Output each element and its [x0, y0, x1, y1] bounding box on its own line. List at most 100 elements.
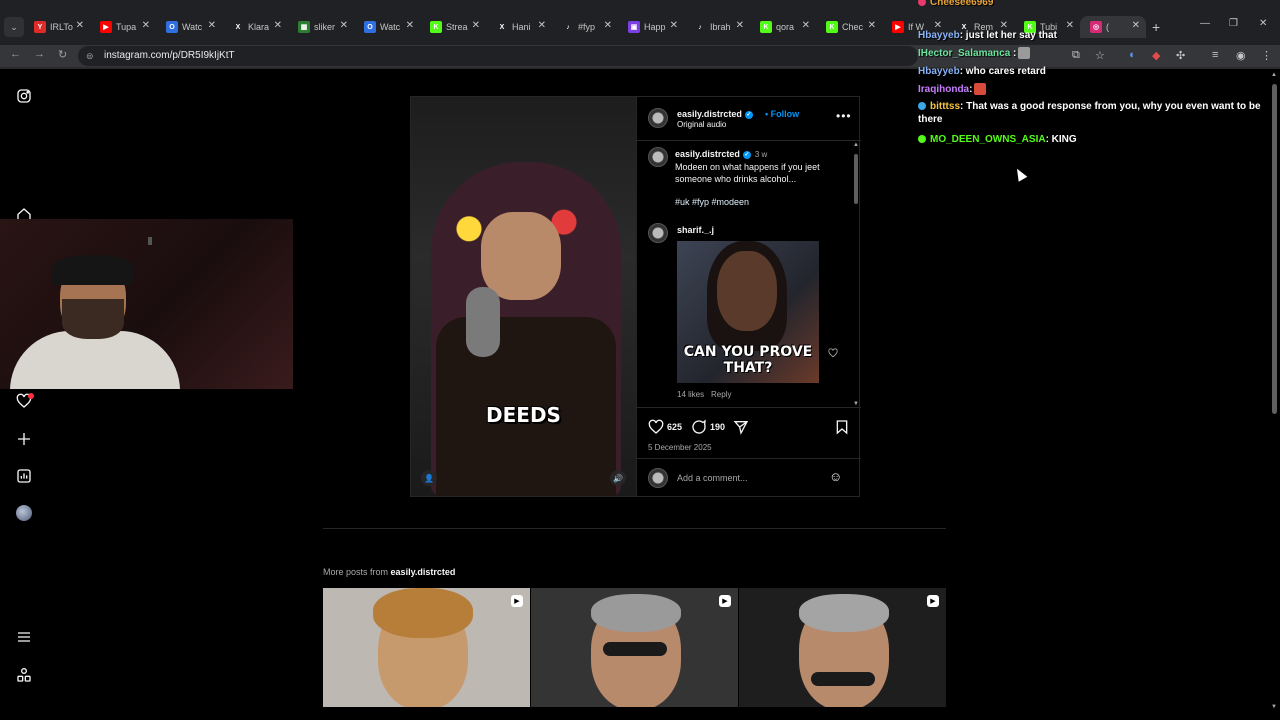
volume-icon[interactable]: 🔊	[610, 470, 626, 486]
also-from-meta-icon[interactable]	[16, 667, 32, 683]
url-text[interactable]: instagram.com/p/DR5I9kIjKtT	[104, 50, 235, 61]
browser-tab[interactable]: ♪ Ibrah ✕	[684, 16, 750, 38]
window-close-icon[interactable]: ✕	[1259, 18, 1267, 29]
author-avatar[interactable]	[648, 108, 668, 128]
thumb-sunglasses	[811, 672, 875, 686]
chat-badge-icon	[918, 0, 926, 7]
hashtags[interactable]: #uk #fyp #modeen	[675, 197, 749, 207]
tab-close-icon[interactable]: ✕	[340, 20, 348, 31]
forward-icon[interactable]: →	[34, 48, 45, 60]
dashboard-icon[interactable]	[16, 468, 32, 484]
tab-close-icon[interactable]: ✕	[76, 20, 84, 31]
caption-author-avatar[interactable]	[648, 147, 668, 167]
browser-tab[interactable]: K Chec ✕	[816, 16, 882, 38]
chat-text: :	[1010, 48, 1017, 59]
chat-username[interactable]: Hbayyeb	[918, 66, 960, 77]
comment-likes[interactable]: 14 likes	[677, 390, 704, 399]
instagram-logo-icon[interactable]	[16, 88, 32, 104]
tab-search-button[interactable]: ⌄	[4, 17, 24, 37]
site-info-icon[interactable]: ⊜	[86, 51, 96, 61]
post-thumbnail[interactable]: ▶	[323, 588, 530, 707]
chat-message: Hbayyeb: just let her say that	[918, 29, 1263, 42]
add-comment-input[interactable]: Add a comment...	[677, 473, 748, 483]
like-icon[interactable]	[648, 419, 664, 435]
reply-button[interactable]: Reply	[711, 390, 731, 399]
chat-username[interactable]: Iraqihonda	[918, 84, 969, 95]
page-scrollbar[interactable]: ▲ ▼	[1270, 70, 1278, 710]
gif-caption: CAN YOU PROVE THAT?	[683, 344, 813, 376]
tab-close-icon[interactable]: ✕	[538, 20, 546, 31]
instagram-post: DEEDS 👤 🔊 easily.distrcted ✓ • Follow Ori…	[410, 96, 861, 497]
tab-favicon-icon: ▣	[628, 21, 640, 33]
maximize-icon[interactable]: ❐	[1229, 18, 1238, 29]
tab-label: Tupa	[116, 22, 137, 32]
video-microphone	[466, 287, 500, 357]
audio-label[interactable]: Original audio	[677, 120, 726, 129]
share-icon[interactable]	[733, 419, 749, 435]
comment-author[interactable]: sharif._.j	[677, 225, 714, 235]
browser-tab[interactable]: ▣ Happ ✕	[618, 16, 684, 38]
tagged-user-icon[interactable]: 👤	[421, 470, 437, 486]
profile-avatar[interactable]	[16, 505, 32, 521]
browser-tab[interactable]: O Watc ✕	[354, 16, 420, 38]
tab-close-icon[interactable]: ✕	[604, 20, 612, 31]
scroll-up-icon[interactable]: ▲	[853, 142, 859, 148]
webcam-background	[148, 237, 152, 245]
comments-scrollbar[interactable]: ▲ ▼	[852, 142, 859, 407]
browser-tab[interactable]: Y IRLTo ✕	[24, 16, 90, 38]
reel-icon: ▶	[719, 595, 731, 607]
caption-author[interactable]: easily.distrcted ✓ 3 w	[675, 149, 767, 159]
chat-username[interactable]: IHector_Salamanca	[918, 48, 1010, 59]
tab-close-icon[interactable]: ✕	[802, 20, 810, 31]
comment-icon[interactable]	[691, 419, 707, 435]
reel-icon: ▶	[511, 595, 523, 607]
save-bookmark-icon[interactable]	[834, 419, 850, 435]
address-bar[interactable]: ⊜ instagram.com/p/DR5I9kIjKtT	[78, 46, 918, 66]
tab-close-icon[interactable]: ✕	[472, 20, 480, 31]
tab-close-icon[interactable]: ✕	[406, 20, 414, 31]
page-scroll-up-icon[interactable]: ▲	[1271, 72, 1277, 78]
minimize-icon[interactable]: —	[1200, 18, 1210, 29]
post-thumbnail[interactable]: ▶	[739, 588, 946, 707]
more-menu-icon[interactable]	[16, 629, 32, 645]
comments-scroll-thumb[interactable]	[854, 154, 858, 204]
tab-close-icon[interactable]: ✕	[868, 20, 876, 31]
likes-count[interactable]: 625	[667, 422, 682, 432]
chat-username[interactable]: Hbayyeb	[918, 30, 960, 41]
browser-tab[interactable]: ♪ #fyp ✕	[552, 16, 618, 38]
tab-close-icon[interactable]: ✕	[274, 20, 282, 31]
follow-button[interactable]: • Follow	[765, 109, 799, 119]
browser-tab[interactable]: O Watc ✕	[156, 16, 222, 38]
page-scroll-down-icon[interactable]: ▼	[1271, 704, 1277, 710]
tab-close-icon[interactable]: ✕	[670, 20, 678, 31]
commenter-avatar[interactable]	[648, 223, 668, 243]
browser-tab[interactable]: ▦ sliker ✕	[288, 16, 354, 38]
comment-like-icon[interactable]	[828, 347, 838, 358]
browser-tab[interactable]: K Strea ✕	[420, 16, 486, 38]
chat-username[interactable]: Cheesee6969	[930, 0, 993, 8]
create-plus-icon[interactable]	[16, 431, 32, 447]
post-date[interactable]: 5 December 2025	[648, 443, 712, 452]
tab-close-icon[interactable]: ✕	[142, 20, 150, 31]
tab-close-icon[interactable]: ✕	[208, 20, 216, 31]
tab-label: IRLTo	[50, 22, 73, 32]
reload-icon[interactable]: ↻	[58, 48, 67, 61]
emoji-icon[interactable]: ☺	[829, 469, 842, 484]
more-options-icon[interactable]: •••	[836, 109, 852, 123]
browser-tab[interactable]: X Klara ✕	[222, 16, 288, 38]
comments-count[interactable]: 190	[710, 422, 725, 432]
browser-tab[interactable]: X Hani ✕	[486, 16, 552, 38]
tab-label: Chec	[842, 22, 864, 32]
browser-tab[interactable]: Kqora ✕	[750, 16, 816, 38]
post-thumbnail[interactable]: ▶	[531, 588, 738, 707]
post-video[interactable]: DEEDS 👤 🔊	[411, 97, 636, 496]
chat-username[interactable]: bitttss	[930, 101, 960, 112]
chat-username[interactable]: MO_DEEN_OWNS_ASIA	[930, 134, 1046, 145]
comments-section[interactable]: easily.distrcted ✓ 3 w Modeen on what happ…	[637, 142, 861, 407]
page-scroll-thumb[interactable]	[1272, 84, 1277, 414]
back-icon[interactable]: ←	[10, 48, 21, 60]
browser-tab[interactable]: ▶ Tupa ✕	[90, 16, 156, 38]
more-posts-user[interactable]: easily.distrcted	[391, 567, 456, 577]
post-author[interactable]: easily.distrcted ✓	[677, 109, 753, 119]
tab-close-icon[interactable]: ✕	[736, 20, 744, 31]
